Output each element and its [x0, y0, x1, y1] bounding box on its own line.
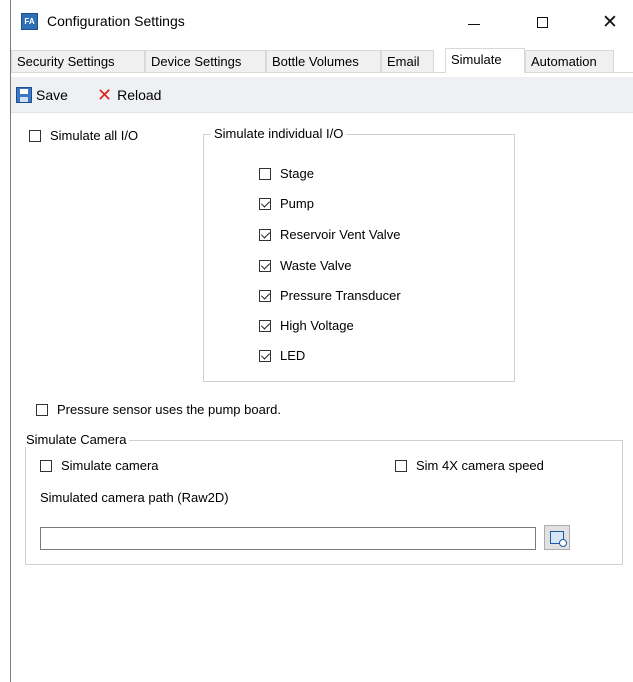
checkbox-box [259, 349, 271, 362]
simulate-individual-title: Simulate individual I/O [211, 126, 347, 141]
pressure-sensor-checkbox[interactable]: Pressure sensor uses the pump board. [36, 402, 281, 417]
reload-icon: ✕ [97, 85, 113, 105]
tab-security-settings[interactable]: Security Settings [11, 50, 145, 72]
reservoir-vent-valve-label: Reservoir Vent Valve [280, 227, 401, 242]
simulate-all-label: Simulate all I/O [50, 128, 139, 143]
reload-label: Reload [117, 87, 162, 103]
checkbox-box [259, 289, 271, 302]
simulate-individual-group: Simulate individual I/O [203, 126, 515, 382]
checkbox-box [395, 459, 407, 472]
camera-path-label: Simulated camera path (Raw2D) [40, 490, 229, 505]
tab-strip: Security Settings Device Settings Bottle… [11, 48, 633, 73]
checkbox-box [259, 197, 271, 210]
checkbox-box [259, 319, 271, 332]
pump-label: Pump [280, 196, 314, 211]
toolbar: Save ✕ Reload [11, 77, 633, 113]
checkbox-box [40, 459, 52, 472]
sim-4x-camera-speed-checkbox[interactable]: Sim 4X camera speed [395, 458, 544, 473]
checkbox-box [29, 129, 41, 142]
simulate-camera-title: Simulate Camera [23, 432, 130, 447]
tab-simulate[interactable]: Simulate [445, 48, 525, 73]
reload-button[interactable]: ✕ Reload [97, 84, 161, 106]
pump-checkbox[interactable]: Pump [259, 196, 314, 211]
configuration-window: FA Configuration Settings ✕ Security Set… [10, 0, 633, 682]
browse-button[interactable] [544, 525, 570, 550]
title-bar[interactable]: FA Configuration Settings ✕ [11, 0, 633, 44]
stage-checkbox[interactable]: Stage [259, 166, 314, 181]
checkbox-box [259, 167, 271, 180]
window-title: Configuration Settings [47, 13, 185, 29]
app-icon: FA [21, 13, 38, 30]
high-voltage-label: High Voltage [280, 318, 354, 333]
save-label: Save [36, 87, 68, 103]
maximize-icon [536, 16, 548, 28]
save-icon [16, 87, 32, 103]
reservoir-vent-valve-checkbox[interactable]: Reservoir Vent Valve [259, 227, 400, 242]
tab-device-settings[interactable]: Device Settings [145, 50, 266, 72]
simulate-camera-label: Simulate camera [61, 458, 159, 473]
high-voltage-checkbox[interactable]: High Voltage [259, 318, 354, 333]
save-button[interactable]: Save [16, 84, 68, 106]
led-label: LED [280, 348, 306, 363]
tab-email[interactable]: Email [381, 50, 434, 72]
checkbox-box [36, 403, 48, 416]
waste-valve-label: Waste Valve [280, 258, 352, 273]
sim-4x-camera-speed-label: Sim 4X camera speed [416, 458, 544, 473]
close-button[interactable]: ✕ [587, 6, 633, 38]
minimize-button[interactable] [451, 6, 497, 38]
waste-valve-checkbox[interactable]: Waste Valve [259, 258, 352, 273]
checkbox-box [259, 259, 271, 272]
maximize-button[interactable] [519, 6, 565, 38]
simulate-camera-checkbox[interactable]: Simulate camera [40, 458, 159, 473]
browse-folder-icon [550, 531, 567, 547]
tab-automation[interactable]: Automation [525, 50, 614, 72]
simulate-all-checkbox[interactable]: Simulate all I/O [29, 128, 138, 143]
pressure-transducer-label: Pressure Transducer [280, 288, 401, 303]
checkbox-box [259, 228, 271, 241]
minimize-icon [468, 23, 480, 25]
led-checkbox[interactable]: LED [259, 348, 305, 363]
pressure-transducer-checkbox[interactable]: Pressure Transducer [259, 288, 401, 303]
close-icon: ✕ [602, 11, 618, 33]
tab-bottle-volumes[interactable]: Bottle Volumes [266, 50, 381, 72]
camera-path-input[interactable] [40, 527, 536, 550]
stage-label: Stage [280, 166, 314, 181]
pressure-sensor-label: Pressure sensor uses the pump board. [57, 402, 282, 417]
